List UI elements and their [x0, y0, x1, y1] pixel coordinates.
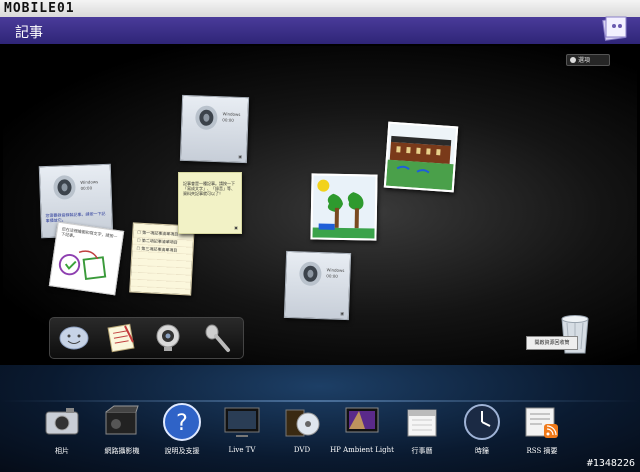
site-topbar: MOBILE01: [0, 0, 640, 17]
text-note[interactable]: 記事會是一種記事。請按一下「寫成文字」、「錄音」等、資料夾記事就可以了！ ▣: [178, 172, 242, 234]
picture-note[interactable]: [383, 121, 459, 193]
speaker-icon: [195, 105, 218, 130]
new-webcam-note-icon[interactable]: [152, 322, 184, 354]
tv-icon: [224, 407, 260, 437]
audio-note[interactable]: Windows 00:00 ▣: [179, 94, 250, 164]
brand-logo: MOBILE01: [4, 1, 75, 16]
audio-author: Windows: [222, 111, 241, 117]
building-drawing-icon: [385, 123, 457, 191]
note-menu-icon[interactable]: ▣: [234, 225, 238, 230]
help-icon: ?: [163, 403, 201, 441]
open-recycle-bin-label[interactable]: 開啟資源回收筒: [526, 336, 578, 350]
picture-note[interactable]: [310, 173, 378, 241]
note-menu-icon[interactable]: ▣: [238, 154, 242, 159]
svg-text:?: ?: [176, 411, 188, 436]
audio-note[interactable]: Windows 00:00 ▣: [283, 250, 352, 321]
ambient-light-icon: [345, 407, 379, 433]
new-audio-note-icon[interactable]: [200, 322, 232, 354]
note-menu-icon[interactable]: ▣: [340, 311, 344, 316]
calendar-icon: [407, 409, 437, 437]
new-list-note-icon[interactable]: [105, 322, 137, 354]
audio-time: 00:00: [326, 273, 338, 279]
app-header: 記事: [0, 16, 640, 44]
dock-label: RSS 摘要: [526, 447, 558, 455]
list-item: ☐ 第三項記事清單項目: [136, 245, 178, 253]
new-text-note-icon[interactable]: [58, 322, 90, 354]
new-note-tray: [49, 317, 244, 359]
watermark-id: #1348226: [586, 458, 635, 469]
notes-app-icon: [602, 16, 627, 41]
dvd-icon: [285, 409, 320, 437]
drawing-sketch-icon: [58, 250, 107, 280]
speaker-icon: [53, 175, 76, 200]
page-title: 記事: [15, 25, 43, 41]
camera-icon: [45, 408, 79, 435]
list-item: ☐ 第二項記事清單項目: [136, 237, 178, 245]
trees-drawing-icon: [312, 175, 376, 239]
speaker-icon: [299, 261, 322, 286]
dock-item-rss[interactable]: RSS 摘要: [510, 400, 570, 460]
audio-author: Windows: [80, 179, 99, 185]
audio-time: 00:00: [222, 117, 234, 123]
video-camera-icon: [105, 405, 139, 435]
drawing-note[interactable]: 您在這裡繪圖和寫文字，請按一下記事。: [48, 221, 125, 296]
list-item: ☐ 第一項記事清單項目: [137, 229, 179, 237]
text-note-content: 記事會是一種記事。請按一下「寫成文字」、「錄音」等、資料夾記事就可以了！: [183, 181, 235, 196]
audio-time: 00:00: [80, 185, 93, 191]
rss-feed-icon: [525, 407, 558, 438]
audio-note-text: 您需要錄音錄製記事。請按一下記事播放它。: [45, 210, 106, 224]
clock-icon: [464, 404, 500, 440]
audio-author: Windows: [326, 267, 345, 273]
options-label: 選項: [578, 57, 591, 64]
options-icon: [570, 57, 576, 63]
options-button[interactable]: 選項: [566, 54, 610, 66]
